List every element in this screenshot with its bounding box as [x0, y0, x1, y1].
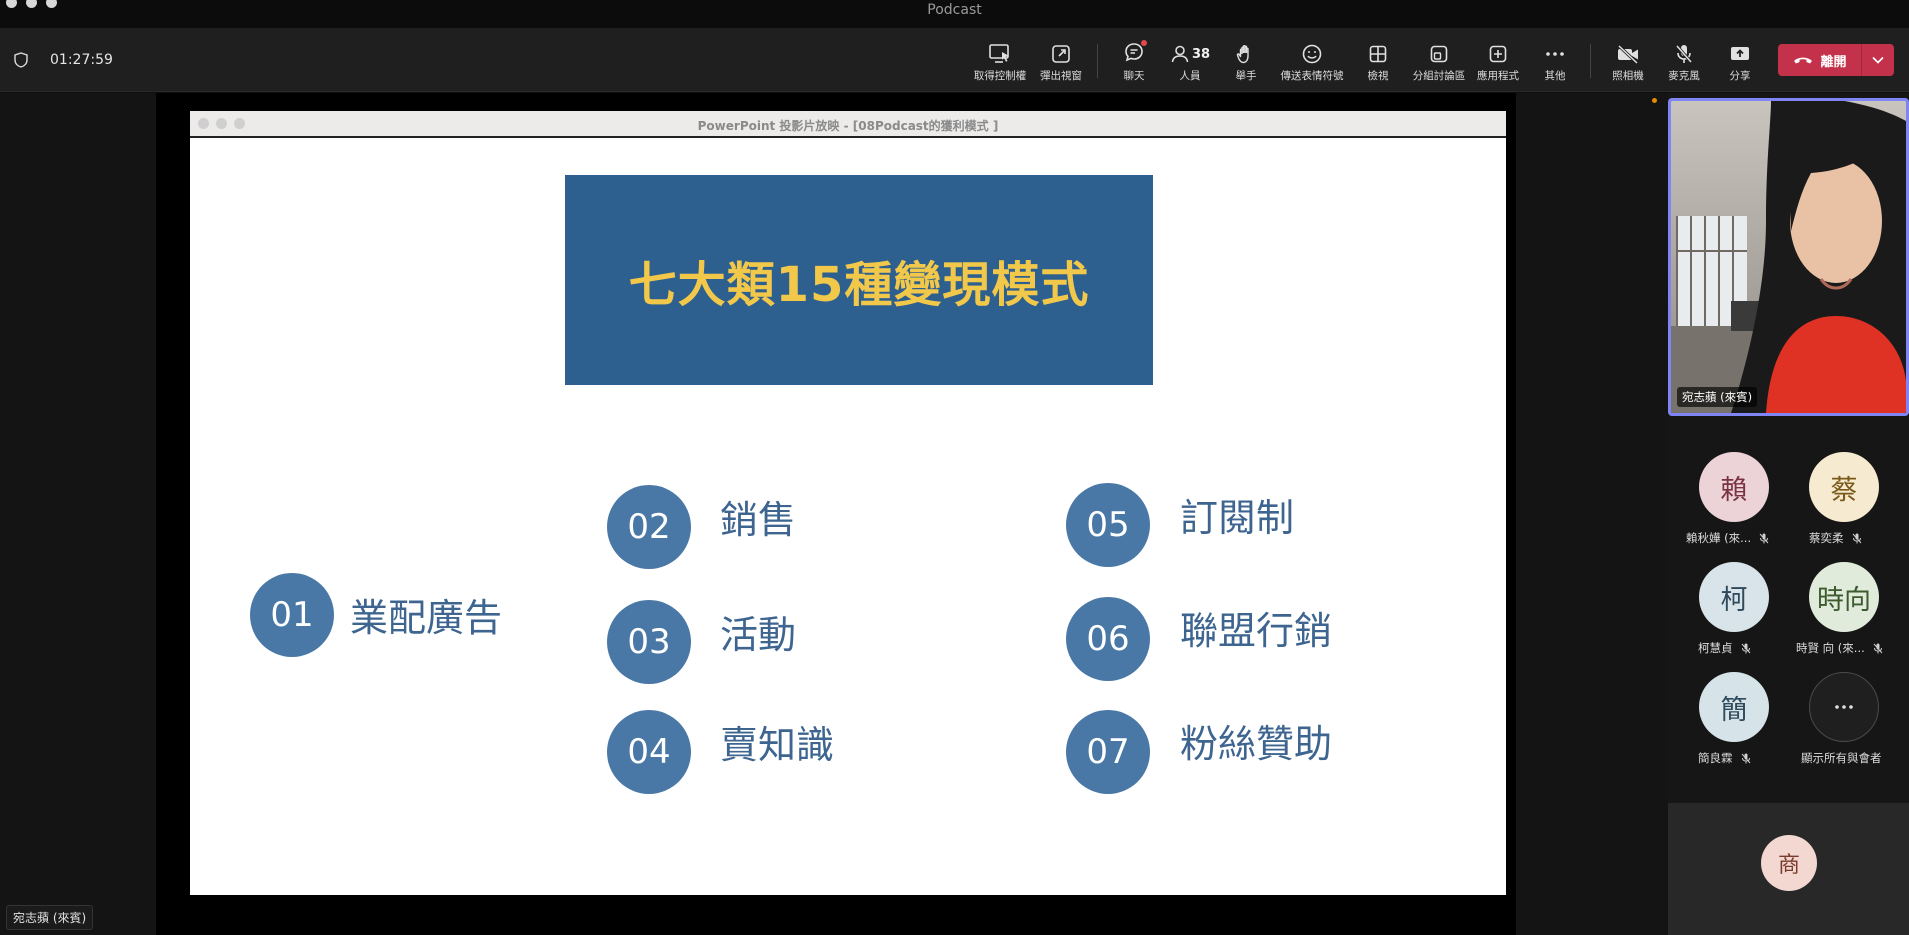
popout-icon — [1052, 45, 1070, 63]
shield-icon — [14, 52, 28, 68]
take-control-button[interactable]: 取得控制權 — [965, 42, 1035, 83]
participants-panel: 宛志蘋 (來賓) 賴 賴秋嬅 (來... 蔡 蔡奕柔 柯 柯慧貞 時向 時賢 向… — [1668, 93, 1909, 935]
slide: 七大類15種變現模式 01 業配廣告 02 銷售 03 活動 04 賣知識 05… — [190, 140, 1506, 895]
mic-off-icon — [1675, 45, 1693, 63]
participant-name: 賴秋嬅 (來... — [1686, 530, 1769, 546]
item-number-06: 06 — [1066, 597, 1150, 681]
participant-avatar[interactable]: 簡 — [1699, 672, 1769, 742]
powerpoint-titlebar: PowerPoint 投影片放映 - [08Podcast的獲利模式 ] — [190, 111, 1506, 138]
powerpoint-title: PowerPoint 投影片放映 - [08Podcast的獲利模式 ] — [697, 119, 999, 133]
view-button[interactable]: 檢視 — [1343, 42, 1413, 83]
unread-indicator — [1141, 40, 1147, 46]
item-number-05: 05 — [1066, 483, 1150, 567]
raise-hand-button[interactable]: 舉手 — [1211, 42, 1281, 83]
share-button[interactable]: 分享 — [1705, 42, 1775, 83]
mic-off-icon — [1741, 643, 1750, 653]
overflow-participant-area: 商 — [1668, 803, 1909, 935]
grid-view-icon — [1369, 45, 1387, 63]
item-label-01: 業配廣告 — [350, 596, 503, 640]
participant-name: 蔡奕柔 — [1809, 530, 1862, 546]
item-label-07: 粉絲贊助 — [1180, 722, 1333, 766]
participant-avatar[interactable]: 蔡 — [1809, 452, 1879, 522]
leave-main-button[interactable]: 離開 — [1778, 44, 1861, 76]
share-screen-icon — [1731, 47, 1749, 60]
meeting-toolbar: 01:27:59 取得控制權 彈出視窗 聊天 38 人員 舉手 傳送表情符號 檢… — [0, 28, 1909, 92]
mic-off-icon — [1852, 533, 1861, 543]
people-icon — [1171, 45, 1189, 63]
hang-up-icon — [1794, 57, 1813, 64]
recording-indicator — [1652, 98, 1657, 103]
presenter-video — [1671, 101, 1906, 413]
more-dots-icon — [1546, 52, 1564, 56]
item-number-07: 07 — [1066, 710, 1150, 794]
mic-off-icon — [1873, 643, 1883, 653]
item-label-04: 賣知識 — [720, 723, 835, 767]
add-app-icon — [1489, 45, 1507, 63]
people-count: 38 — [1191, 46, 1211, 62]
hand-icon — [1236, 45, 1249, 64]
presenter-name-tag: 宛志蘋 (來賓) — [6, 905, 94, 930]
breakout-icon — [1430, 45, 1448, 63]
participant-avatar[interactable]: 商 — [1761, 835, 1817, 891]
bottom-avatar-initial: 商 — [1777, 853, 1800, 878]
screen-control-icon — [989, 44, 1009, 63]
smiley-icon — [1302, 44, 1322, 64]
presenter-video-tile[interactable]: 宛志蘋 (來賓) — [1668, 98, 1909, 416]
show-all-participants-label: 顯示所有與會者 — [1801, 751, 1882, 765]
powerpoint-window: PowerPoint 投影片放映 - [08Podcast的獲利模式 ] 七大類… — [190, 111, 1506, 895]
item-number-04: 04 — [607, 710, 691, 794]
mic-off-icon — [1741, 753, 1750, 763]
more-dots-icon — [1835, 705, 1853, 709]
participant-avatar[interactable]: 柯 — [1699, 562, 1769, 632]
slide-title-banner: 七大類15種變現模式 — [565, 175, 1153, 385]
window-titlebar: Podcast — [0, 0, 1909, 28]
presenter-video-name: 宛志蘋 (來賓) — [1677, 387, 1758, 407]
mic-off-icon — [1759, 533, 1769, 543]
leave-options-button[interactable] — [1862, 44, 1894, 76]
popout-button[interactable]: 彈出視窗 — [1026, 42, 1096, 83]
meeting-timer: 01:27:59 — [50, 52, 113, 68]
more-button[interactable]: 其他 — [1520, 42, 1590, 83]
participant-avatar[interactable]: 時向 — [1809, 562, 1879, 632]
participant-name: 時賢 向 (來... — [1796, 640, 1883, 656]
item-label-06: 聯盟行銷 — [1180, 609, 1333, 653]
item-label-02: 銷售 — [720, 498, 797, 542]
participant-name: 柯慧貞 — [1698, 640, 1751, 656]
item-label-05: 訂閱制 — [1180, 496, 1295, 540]
leave-button[interactable]: 離開 — [1778, 44, 1894, 76]
slide-title: 七大類15種變現模式 — [628, 257, 1090, 313]
window-title: Podcast — [927, 2, 982, 18]
item-number-01: 01 — [250, 573, 334, 657]
chevron-down-icon — [1872, 56, 1884, 64]
show-all-participants-button[interactable] — [1809, 672, 1879, 742]
camera-off-icon — [1617, 44, 1639, 64]
participant-avatar[interactable]: 賴 — [1699, 452, 1769, 522]
item-number-03: 03 — [607, 600, 691, 684]
item-label-03: 活動 — [720, 613, 797, 657]
item-number-02: 02 — [607, 485, 691, 569]
participant-name: 簡良霖 — [1698, 750, 1751, 766]
reactions-button[interactable]: 傳送表情符號 — [1277, 42, 1347, 83]
